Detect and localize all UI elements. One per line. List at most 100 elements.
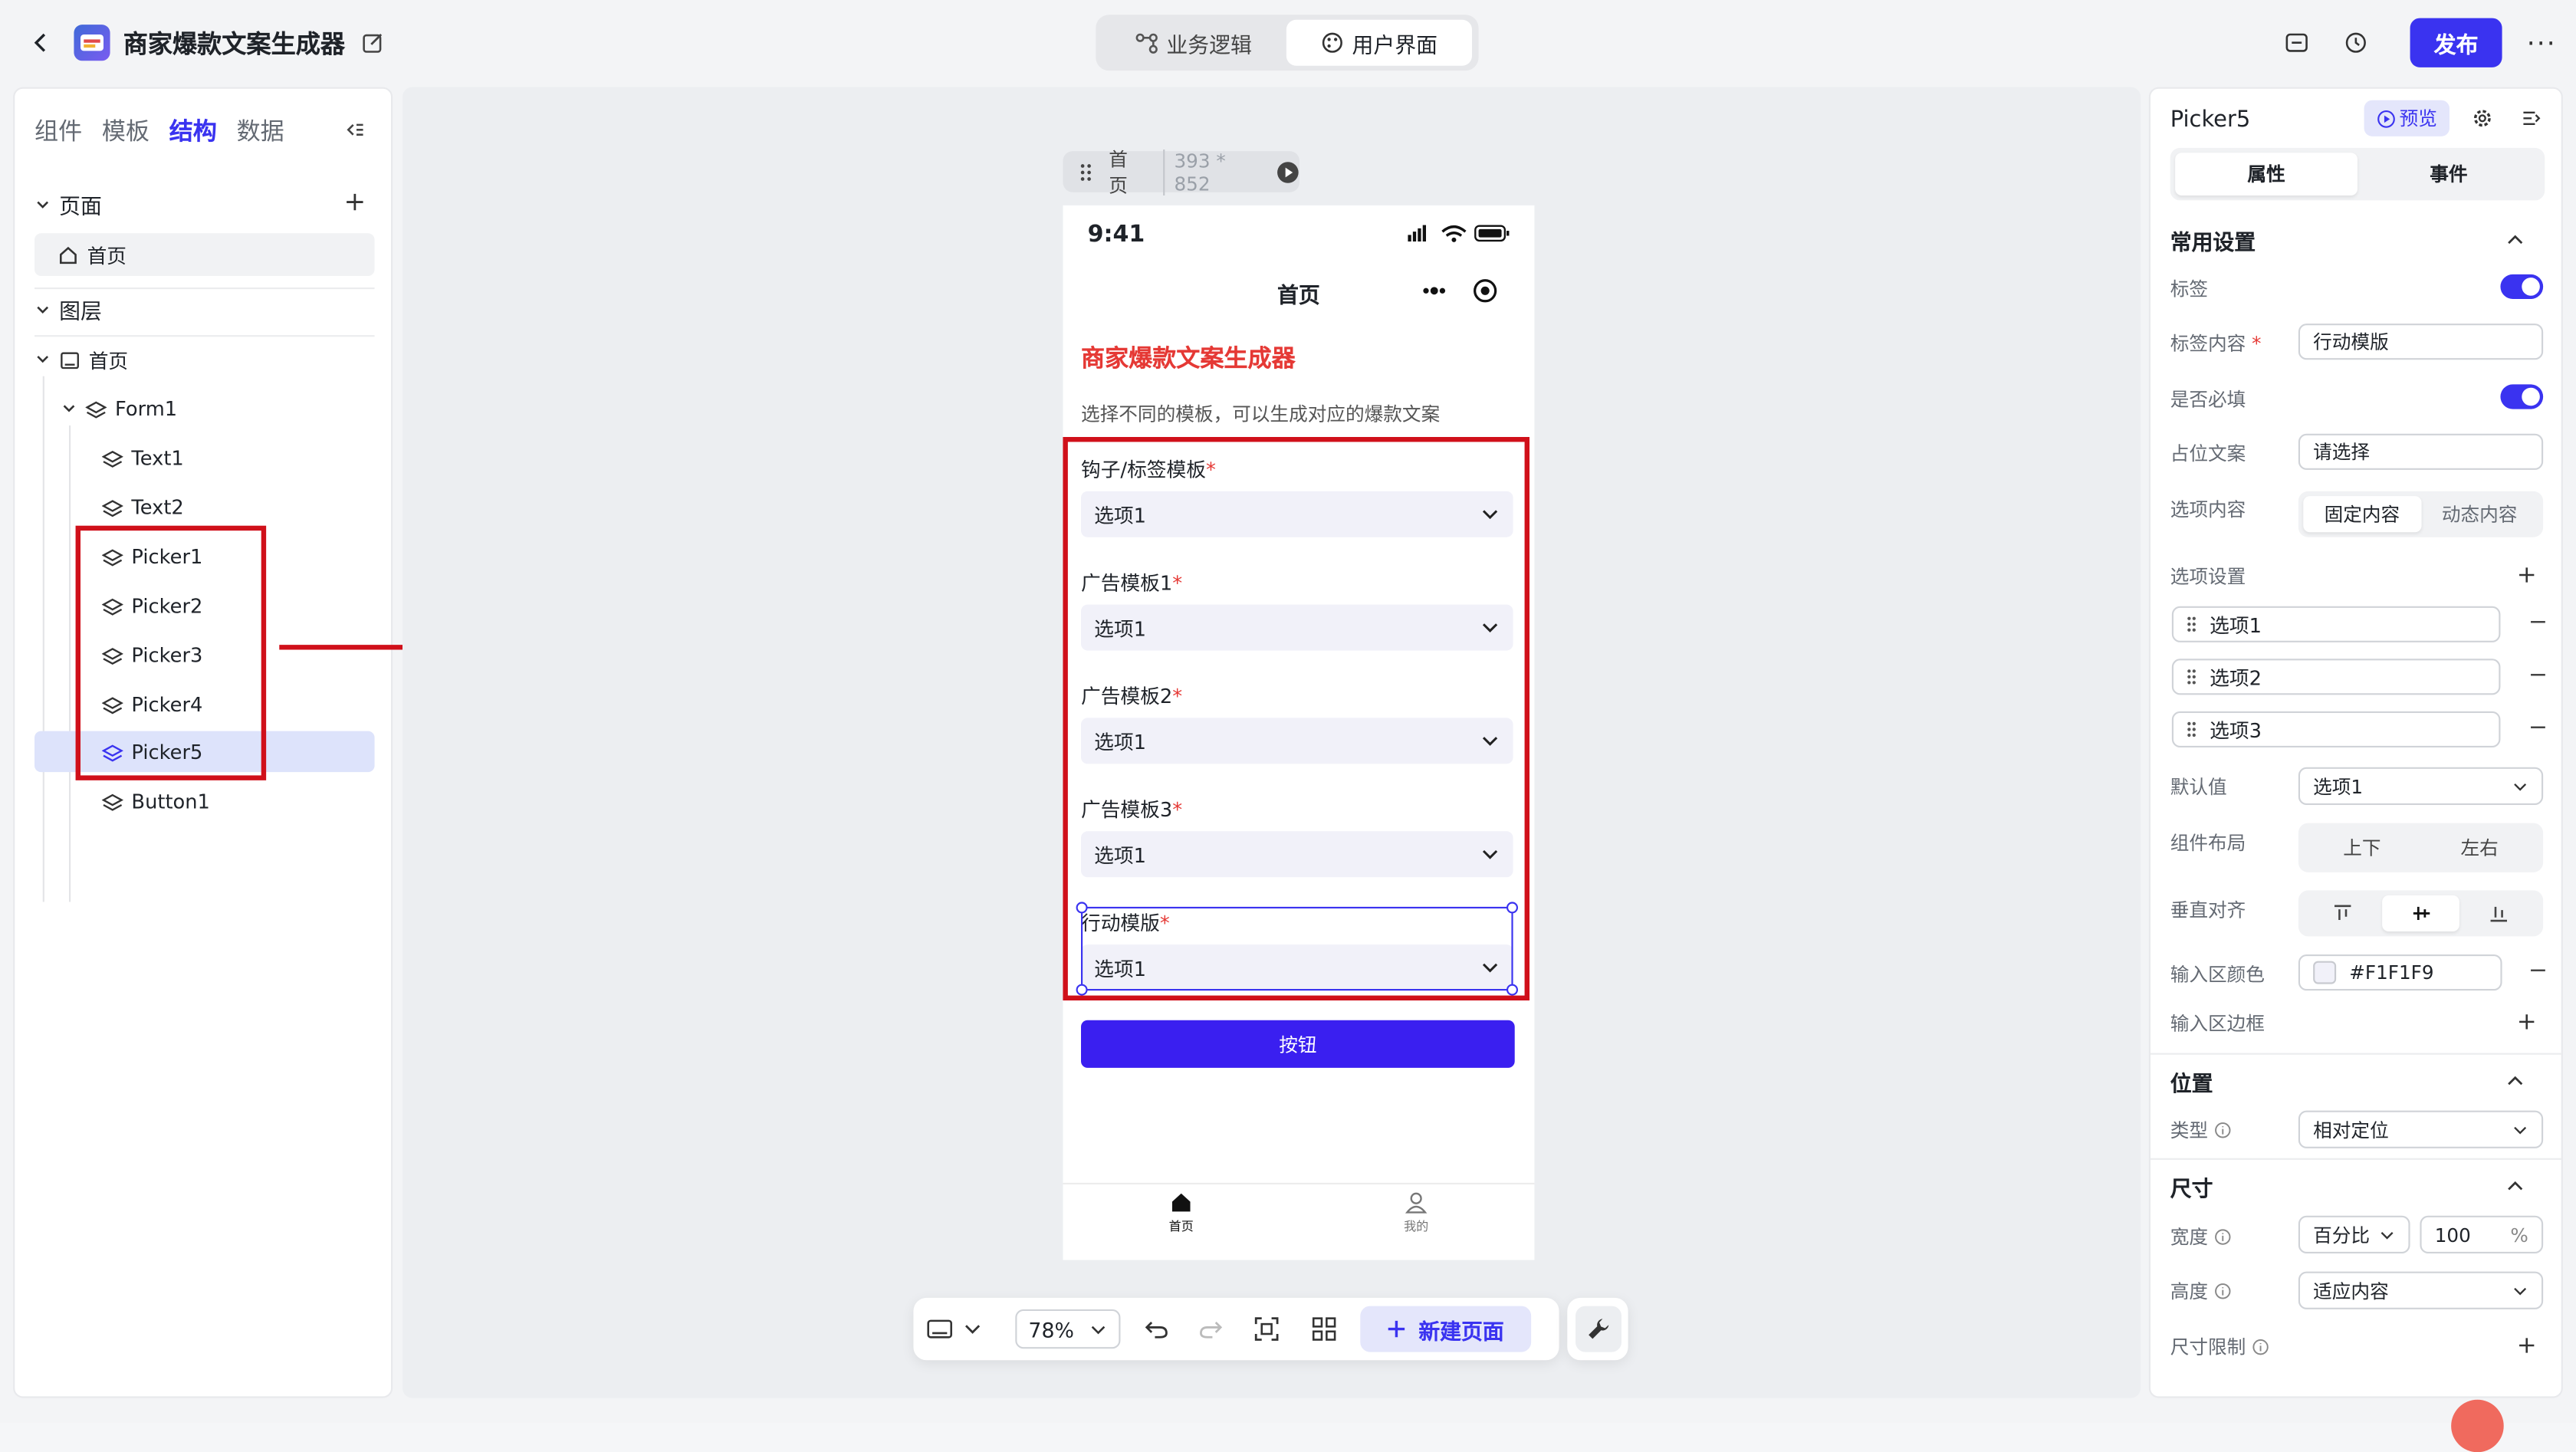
required-toggle[interactable] (2500, 384, 2544, 409)
seg-dynamic-content[interactable]: 动态内容 (2421, 496, 2538, 532)
tree-node-page[interactable]: 首页 (34, 340, 128, 379)
save-draft-icon[interactable] (2284, 30, 2310, 56)
label-toggle[interactable] (2500, 274, 2544, 299)
seg-fixed-content[interactable]: 固定内容 (2303, 496, 2421, 533)
tab-structure[interactable]: 结构 (169, 113, 217, 148)
tab-data[interactable]: 数据 (237, 113, 284, 148)
color-swatch[interactable] (2313, 961, 2337, 984)
chevron-up-icon[interactable] (2505, 230, 2525, 250)
fit-screen-icon[interactable] (1254, 1316, 1280, 1342)
add-size-limit-icon[interactable] (2517, 1335, 2537, 1355)
seg-vertical[interactable]: 上下 (2303, 828, 2421, 868)
tab-user-interface[interactable]: 用户界面 (1286, 19, 1472, 66)
zoom-value: 78% (1028, 1316, 1074, 1342)
tabbar-mine[interactable]: 我的 (1392, 1191, 1441, 1236)
play-icon[interactable] (1276, 160, 1300, 183)
valign-label: 垂直对齐 (2170, 898, 2246, 922)
page-frame-icon (61, 351, 79, 369)
width-value: 100 (2434, 1223, 2471, 1247)
chevron-down-icon (2514, 1286, 2527, 1295)
tabbar-divider (1063, 1182, 1535, 1184)
undo-icon[interactable] (1143, 1316, 1169, 1342)
remove-option-icon[interactable]: − (2528, 715, 2548, 741)
right-panel: Picker5 预览 属性 事件 常用设置 标签 标签内容 * 行动模版 是否必… (2148, 87, 2563, 1398)
back-icon[interactable] (30, 30, 53, 56)
width-value-input[interactable]: 100 % (2420, 1215, 2544, 1253)
align-bottom-icon[interactable] (2460, 895, 2538, 931)
grid-icon[interactable] (1311, 1316, 1337, 1342)
publish-button[interactable]: 发布 (2410, 18, 2502, 67)
remove-option-icon[interactable]: − (2528, 609, 2548, 636)
edit-title-icon[interactable] (361, 31, 384, 54)
input-color-field[interactable]: #F1F1F9 (2298, 954, 2502, 991)
wrench-icon (1574, 1306, 1621, 1352)
add-option-icon[interactable] (2517, 565, 2537, 585)
placeholder-input[interactable]: 请选择 (2298, 433, 2544, 470)
page-label-chip[interactable]: 首页 393 * 852 (1063, 147, 1300, 196)
assistant-avatar[interactable] (2451, 1399, 2504, 1452)
chevron-down-icon (1091, 1325, 1106, 1334)
default-value-select[interactable]: 选项1 (2298, 767, 2544, 805)
pages-section-header[interactable]: 页面 (34, 189, 102, 220)
tree-node-text1[interactable]: Text1 (101, 439, 184, 478)
tabbar-home[interactable]: 首页 (1157, 1191, 1206, 1236)
bottom-toolbar: 78% 新建页面 (913, 1297, 1559, 1361)
collapse-right-icon[interactable] (2522, 108, 2542, 128)
tab-business-logic[interactable]: 业务逻辑 (1101, 20, 1286, 66)
option-row-2[interactable]: 选项2 (2171, 659, 2501, 695)
tree-node-button1[interactable]: Button1 (101, 782, 210, 821)
submit-button[interactable]: 按钮 (1081, 1020, 1515, 1068)
type-label: 类型 (2170, 1117, 2231, 1143)
tree-node-form[interactable]: Form1 (61, 389, 177, 429)
size-section-header[interactable]: 尺寸 (2170, 1171, 2213, 1202)
settings-gear-icon[interactable] (2472, 108, 2492, 128)
remove-option-icon[interactable]: − (2528, 662, 2548, 688)
tab-templates[interactable]: 模板 (102, 113, 150, 148)
page-item-home[interactable]: 首页 (34, 233, 375, 276)
tree-node-text2[interactable]: Text2 (101, 488, 184, 527)
height-select[interactable]: 适应内容 (2298, 1271, 2544, 1309)
page-label: 首页 (1109, 146, 1128, 197)
tree-guide (69, 425, 71, 902)
seg-horizontal[interactable]: 左右 (2421, 828, 2538, 867)
zoom-select[interactable]: 78% (1015, 1309, 1121, 1349)
chevron-up-icon[interactable] (2505, 1071, 2525, 1091)
chevron-up-icon[interactable] (2505, 1176, 2525, 1196)
tab-events[interactable]: 事件 (2358, 153, 2540, 195)
option-row-3[interactable]: 选项3 (2171, 711, 2501, 747)
add-page-icon[interactable] (343, 191, 366, 214)
align-top-icon[interactable] (2303, 895, 2381, 931)
layers-section-header[interactable]: 图层 (34, 294, 102, 325)
tools-button[interactable] (1567, 1297, 1628, 1361)
pages-label: 页面 (59, 195, 102, 221)
input-border-label: 输入区边框 (2170, 1012, 2265, 1035)
position-section-header[interactable]: 位置 (2170, 1066, 2213, 1097)
tree-node-label: Button1 (131, 790, 210, 813)
remove-color-icon[interactable]: − (2528, 958, 2548, 984)
info-icon (2215, 1229, 2231, 1245)
align-middle-icon[interactable] (2381, 895, 2460, 931)
tab-components[interactable]: 组件 (34, 113, 82, 148)
redo-icon[interactable] (1198, 1316, 1224, 1342)
history-icon[interactable] (2343, 30, 2369, 56)
width-unit-select[interactable]: 百分比 (2298, 1215, 2410, 1253)
label-content-input[interactable]: 行动模版 (2298, 324, 2544, 360)
new-page-button[interactable]: 新建页面 (1360, 1306, 1532, 1352)
page-item-label: 首页 (87, 244, 127, 268)
more-icon[interactable]: ··· (2527, 28, 2557, 59)
tabbar-home-label: 首页 (1168, 1219, 1194, 1234)
tab-properties[interactable]: 属性 (2175, 153, 2358, 195)
type-label-text: 类型 (2170, 1119, 2208, 1142)
position-type-select[interactable]: 相对定位 (2298, 1110, 2544, 1148)
preview-label: 预览 (2399, 107, 2437, 130)
mini-program-capsule[interactable] (1408, 271, 1506, 310)
phone-preview: 9:41 首页 商家爆款文案生成器 选择不同的模板，可以生成对应的爆款文案 钩子… (1063, 205, 1535, 1260)
option-row-1[interactable]: 选项1 (2171, 606, 2501, 642)
collapse-panel-icon[interactable] (343, 118, 366, 141)
app-title: 商家爆款文案生成器 (123, 29, 346, 60)
common-settings-header[interactable]: 常用设置 (2170, 225, 2256, 256)
device-select[interactable] (927, 1308, 999, 1351)
preview-button[interactable]: 预览 (2364, 100, 2450, 136)
add-border-icon[interactable] (2517, 1012, 2537, 1032)
layers-icon (101, 449, 123, 467)
